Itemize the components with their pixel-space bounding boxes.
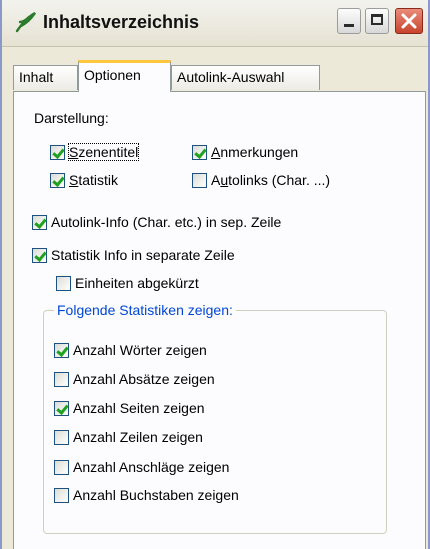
autolinks-checkbox[interactable]: Autolinks (Char. ...) xyxy=(192,170,330,190)
einheiten-label: Einheiten abgekürzt xyxy=(75,275,199,291)
statistics-group-legend: Folgende Statistiken zeigen: xyxy=(54,302,236,318)
stat-label: Anzahl Wörter zeigen xyxy=(73,342,207,358)
statistik-info-label: Statistik Info in separate Zeile xyxy=(51,247,235,263)
stat-absaetze-checkbox[interactable]: Anzahl Absätze zeigen xyxy=(54,369,215,389)
checkbox-box[interactable] xyxy=(54,429,69,445)
checkbox-box[interactable] xyxy=(54,371,69,387)
stat-anschlaege-checkbox[interactable]: Anzahl Anschläge zeigen xyxy=(54,457,229,477)
checkbox-box[interactable] xyxy=(56,275,71,291)
statistik-label: Statistik xyxy=(69,172,119,188)
stat-buchstaben-checkbox[interactable]: Anzahl Buchstaben zeigen xyxy=(54,485,239,505)
quill-icon xyxy=(15,11,36,33)
checkbox-box[interactable] xyxy=(192,144,207,160)
checkbox-box[interactable] xyxy=(54,459,69,475)
darstellung-label: Darstellung: xyxy=(34,110,109,126)
minimize-button[interactable] xyxy=(337,8,361,34)
checkbox-box[interactable] xyxy=(54,342,69,358)
szenentitel-label: Szenentitel xyxy=(67,143,140,161)
stat-label: Anzahl Absätze zeigen xyxy=(73,371,215,387)
anmerkungen-checkbox[interactable]: Anmerkungen xyxy=(192,142,298,162)
stat-label: Anzahl Anschläge zeigen xyxy=(73,459,230,475)
anmerkungen-label: Anmerkungen xyxy=(211,144,299,160)
close-button[interactable] xyxy=(395,8,423,34)
checkbox-box[interactable] xyxy=(32,214,47,230)
autolink-info-label: Autolink-Info (Char. etc.) in sep. Zeile xyxy=(51,214,282,230)
checkbox-box[interactable] xyxy=(50,144,65,160)
autolinks-label: Autolinks (Char. ...) xyxy=(211,172,331,188)
stat-seiten-checkbox[interactable]: Anzahl Seiten zeigen xyxy=(54,398,205,418)
stat-label: Anzahl Zeilen zeigen xyxy=(73,429,203,445)
checkbox-box[interactable] xyxy=(50,172,65,188)
checkbox-box[interactable] xyxy=(32,247,47,263)
stat-woerter-checkbox[interactable]: Anzahl Wörter zeigen xyxy=(54,340,207,360)
einheiten-checkbox[interactable]: Einheiten abgekürzt xyxy=(56,273,199,293)
checkbox-box[interactable] xyxy=(54,400,69,416)
tab-autolink-auswahl[interactable]: Autolink-Auswahl xyxy=(171,65,320,90)
tab-inhalt[interactable]: Inhalt xyxy=(13,65,78,90)
close-icon xyxy=(401,13,417,29)
stat-label: Anzahl Seiten zeigen xyxy=(73,400,205,416)
title-bar[interactable]: Inhaltsverzeichnis xyxy=(2,0,428,47)
statistik-info-checkbox[interactable]: Statistik Info in separate Zeile xyxy=(32,245,235,265)
statistik-checkbox[interactable]: Statistik xyxy=(50,170,118,190)
checkbox-box[interactable] xyxy=(54,487,69,503)
inhaltsverzeichnis-window: Inhaltsverzeichnis Inhalt Optionen Autol… xyxy=(0,0,430,549)
maximize-button[interactable] xyxy=(365,8,389,34)
checkbox-box[interactable] xyxy=(192,172,207,188)
window-title: Inhaltsverzeichnis xyxy=(43,12,200,32)
stat-label: Anzahl Buchstaben zeigen xyxy=(73,487,239,503)
tab-optionen[interactable]: Optionen xyxy=(78,60,171,92)
szenentitel-checkbox[interactable]: Szenentitel xyxy=(50,142,140,162)
stat-zeilen-checkbox[interactable]: Anzahl Zeilen zeigen xyxy=(54,427,203,447)
autolink-info-checkbox[interactable]: Autolink-Info (Char. etc.) in sep. Zeile xyxy=(32,212,281,232)
options-panel: Darstellung: Szenentitel Anmerkungen Sta… xyxy=(13,91,426,549)
